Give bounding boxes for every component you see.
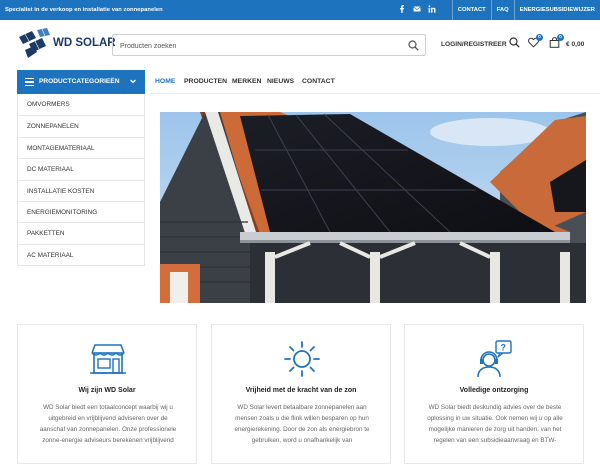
- social-links: [398, 5, 436, 13]
- main-navigation: HOME PRODUCTEN MERKEN NIEUWS CONTACT: [150, 70, 600, 94]
- solar-panel-logo-icon: [19, 28, 50, 58]
- mail-icon[interactable]: [413, 5, 421, 13]
- nav-producten[interactable]: PRODUCTEN: [184, 78, 227, 85]
- category-item-dc-materiaal[interactable]: DC MATERIAAL: [18, 158, 144, 179]
- header: WD SOLAR LOGIN/REGISTREER 0 0 € 0,00: [0, 20, 600, 70]
- nav-contact[interactable]: CONTACT: [302, 78, 335, 85]
- product-categories-button[interactable]: PRODUCTCATEGORIEËN: [17, 70, 145, 94]
- nav-home[interactable]: HOME: [155, 78, 175, 85]
- search-icon[interactable]: [509, 37, 520, 48]
- feature-text: WD Solar biedt deskundig advies over de …: [427, 404, 563, 445]
- shop-icon: [90, 344, 126, 374]
- feature-card-wd-solar: Wij zijn WD Solar WD Solar biedt een tot…: [17, 324, 197, 464]
- feature-text: WD Solar biedt een totaalconcept waarbij…: [39, 404, 177, 445]
- top-bar-links: CONTACT FAQ ENERGIESUBSIDIEWIJZER: [451, 0, 600, 20]
- svg-text:?: ?: [501, 343, 507, 353]
- sun-icon: [284, 341, 320, 377]
- category-item-energiemonitoring[interactable]: ENERGIEMONITORING: [18, 200, 144, 222]
- support-icon: ?: [477, 340, 512, 378]
- top-link-faq[interactable]: FAQ: [490, 0, 514, 20]
- linkedin-icon[interactable]: [428, 5, 436, 13]
- search-icon[interactable]: [408, 40, 419, 51]
- product-categories-title: PRODUCTCATEGORIEËN: [39, 78, 120, 85]
- category-item-pakketten[interactable]: PAKKETTEN: [18, 222, 144, 243]
- category-list: OMVORMERS ZONNEPANELEN MONTAGEMATERIAAL …: [17, 94, 145, 267]
- hero-image: [160, 112, 586, 303]
- search-bar: [112, 34, 426, 56]
- top-link-contact[interactable]: CONTACT: [451, 0, 491, 20]
- chevron-down-icon: [130, 79, 136, 84]
- category-item-ac-materiaal[interactable]: AC MATERIAAL: [18, 243, 144, 265]
- wishlist-count-badge: 0: [536, 34, 543, 41]
- feature-card-ontzorging: ? Volledige ontzorging WD Solar biedt de…: [404, 324, 584, 464]
- top-link-energiesubsidiewijzer[interactable]: ENERGIESUBSIDIEWIJZER: [513, 0, 600, 20]
- feature-title: Vrijheid met de kracht van de zon: [245, 387, 357, 394]
- category-item-montagemateriaal[interactable]: MONTAGEMATERIAAL: [18, 136, 144, 158]
- top-bar: Specialist in de verkoop en installatie …: [0, 0, 600, 20]
- feature-section: Wij zijn WD Solar WD Solar biedt een tot…: [17, 324, 586, 464]
- hamburger-icon: [25, 78, 34, 88]
- top-bar-promo-text: Specialist in de verkoop en installatie …: [5, 7, 163, 13]
- feature-text: WD Solar levert betaalbare zonnepanelen …: [234, 404, 370, 445]
- facebook-icon[interactable]: [398, 5, 406, 13]
- cart-total[interactable]: € 0,00: [566, 41, 584, 48]
- logo-text: WD SOLAR: [53, 37, 116, 49]
- logo[interactable]: WD SOLAR: [17, 28, 116, 60]
- nav-nieuws[interactable]: NIEUWS: [267, 78, 294, 85]
- category-item-omvormers[interactable]: OMVORMERS: [18, 94, 144, 115]
- search-input[interactable]: [120, 40, 390, 52]
- feature-title: Volledige ontzorging: [459, 387, 529, 394]
- cart-count-badge: 0: [557, 34, 564, 41]
- nav-merken[interactable]: MERKEN: [232, 78, 261, 85]
- feature-title: Wij zijn WD Solar: [78, 387, 136, 394]
- category-item-installatie-kosten[interactable]: INSTALLATIE KOSTEN: [18, 179, 144, 201]
- login-register-link[interactable]: LOGIN/REGISTREER: [441, 41, 507, 48]
- category-item-zonnepanelen[interactable]: ZONNEPANELEN: [18, 115, 144, 136]
- feature-card-vrijheid: Vrijheid met de kracht van de zon WD Sol…: [211, 324, 391, 464]
